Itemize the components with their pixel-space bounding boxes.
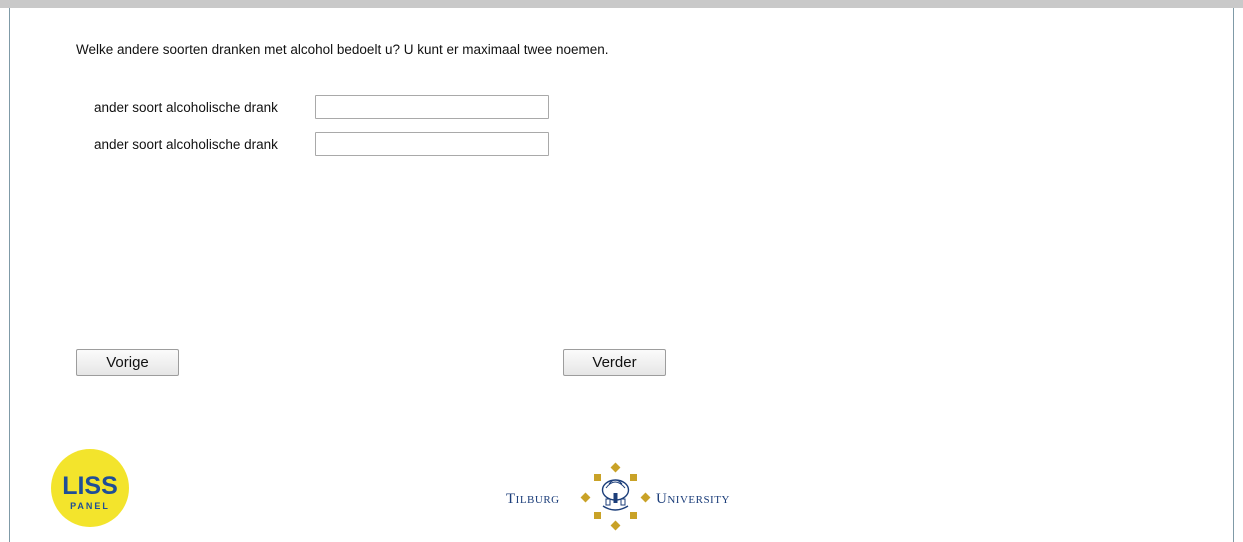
previous-button[interactable]: Vorige [76,349,179,376]
tilburg-university-logo: Tilburg University [506,462,730,531]
diamond-right-icon [640,492,651,503]
liss-logo-text: LISS [62,472,118,500]
tree-emblem-icon [601,479,630,511]
answer-label-1: ander soort alcoholische drank [94,99,278,115]
square-bl-icon [594,512,601,519]
next-button[interactable]: Verder [563,349,666,376]
tilburg-logo-left: Tilburg [506,491,560,507]
liss-panel-logo: LISS PANEL [51,449,129,527]
answer-input-1[interactable] [315,95,549,119]
answer-label-2: ander soort alcoholische drank [94,136,278,152]
question-text: Welke andere soorten dranken met alcohol… [76,42,609,57]
square-br-icon [630,512,637,519]
liss-logo-subtext: PANEL [70,501,110,511]
diamond-bottom-icon [610,520,621,531]
square-tl-icon [594,474,601,481]
answer-row-1: ander soort alcoholische drank [94,95,549,119]
top-bar [0,0,1243,8]
diamond-top-icon [610,462,621,473]
answer-input-2[interactable] [315,132,549,156]
square-tr-icon [630,474,637,481]
answer-row-2: ander soort alcoholische drank [94,132,549,156]
diamond-left-icon [580,492,591,503]
tilburg-logo-right: University [656,491,730,507]
